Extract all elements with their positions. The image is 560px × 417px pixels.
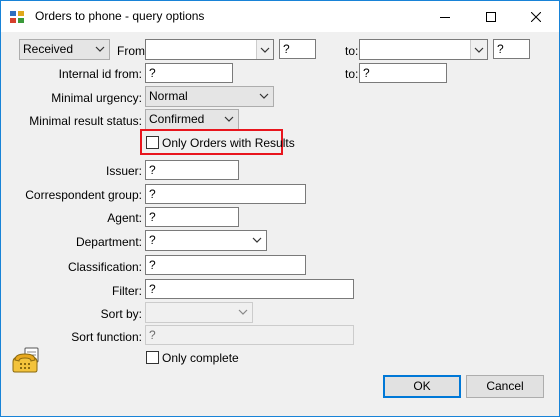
window-title: Orders to phone - query options <box>35 9 205 23</box>
from-label: From: <box>117 44 149 58</box>
department-label: Department: <box>75 235 142 249</box>
minimize-button[interactable] <box>422 1 468 32</box>
to-label: to: <box>345 44 359 58</box>
classification-label: Classification: <box>67 260 142 274</box>
minimal-result-status-value: Confirmed <box>149 112 205 126</box>
issuer-label: Issuer: <box>105 164 142 178</box>
classification-input[interactable]: ? <box>145 255 306 275</box>
internal-id-to-label: to: <box>345 67 359 81</box>
date-type-select[interactable]: Received <box>19 39 110 60</box>
only-orders-with-results-label[interactable]: Only Orders with Results <box>162 136 295 150</box>
minimal-urgency-select[interactable]: Normal <box>145 86 274 107</box>
filter-input[interactable]: ? <box>145 279 354 299</box>
chevron-down-icon <box>95 46 105 52</box>
close-icon <box>531 11 541 22</box>
from-date-dropdown-button[interactable] <box>256 40 273 59</box>
chevron-down-icon <box>259 93 269 99</box>
correspondent-group-input[interactable]: ? <box>145 184 306 204</box>
internal-id-label: Internal id from: <box>58 67 142 81</box>
department-value: ? <box>149 233 156 247</box>
agent-input[interactable]: ? <box>145 207 239 227</box>
sort-function-label: Sort function: <box>71 330 142 344</box>
issuer-input[interactable]: ? <box>145 160 239 180</box>
minimal-urgency-label: Minimal urgency: <box>51 91 142 105</box>
only-complete-checkbox[interactable] <box>146 351 159 364</box>
from-date-combo[interactable] <box>145 39 274 60</box>
telephone-icon <box>12 347 39 373</box>
from-extra-input[interactable]: ? <box>279 39 316 59</box>
maximize-icon <box>486 11 496 22</box>
minimal-urgency-value: Normal <box>149 89 188 103</box>
department-select[interactable]: ? <box>145 230 267 251</box>
ok-button[interactable]: OK <box>383 375 461 398</box>
cancel-button[interactable]: Cancel <box>466 375 544 398</box>
maximize-button[interactable] <box>468 1 514 32</box>
sort-by-select[interactable] <box>145 302 253 323</box>
title-bar[interactable]: Orders to phone - query options <box>1 1 559 32</box>
chevron-down-icon <box>238 309 248 315</box>
chevron-down-icon <box>224 116 234 122</box>
internal-id-from-input[interactable]: ? <box>145 63 233 83</box>
agent-label: Agent: <box>107 211 142 225</box>
date-type-value: Received <box>23 42 74 56</box>
to-extra-input[interactable]: ? <box>493 39 530 59</box>
to-date-dropdown-button[interactable] <box>470 40 487 59</box>
minimal-result-status-label: Minimal result status: <box>29 114 142 128</box>
minimize-icon <box>440 16 450 18</box>
sort-function-input[interactable]: ? <box>145 325 354 345</box>
only-complete-label[interactable]: Only complete <box>162 351 239 365</box>
chevron-down-icon <box>474 47 484 53</box>
internal-id-to-input[interactable]: ? <box>359 63 447 83</box>
minimal-result-status-select[interactable]: Confirmed <box>145 109 239 130</box>
correspondent-group-label: Correspondent group: <box>25 188 142 202</box>
chevron-down-icon <box>252 237 262 243</box>
only-orders-with-results-checkbox[interactable] <box>146 136 159 149</box>
close-button[interactable] <box>513 1 559 32</box>
sort-by-label: Sort by: <box>100 307 142 321</box>
app-icon <box>10 11 24 23</box>
dialog-window: Orders to phone - query options Received… <box>0 0 560 417</box>
filter-label: Filter: <box>112 284 142 298</box>
to-date-combo[interactable] <box>359 39 488 60</box>
chevron-down-icon <box>260 47 270 53</box>
